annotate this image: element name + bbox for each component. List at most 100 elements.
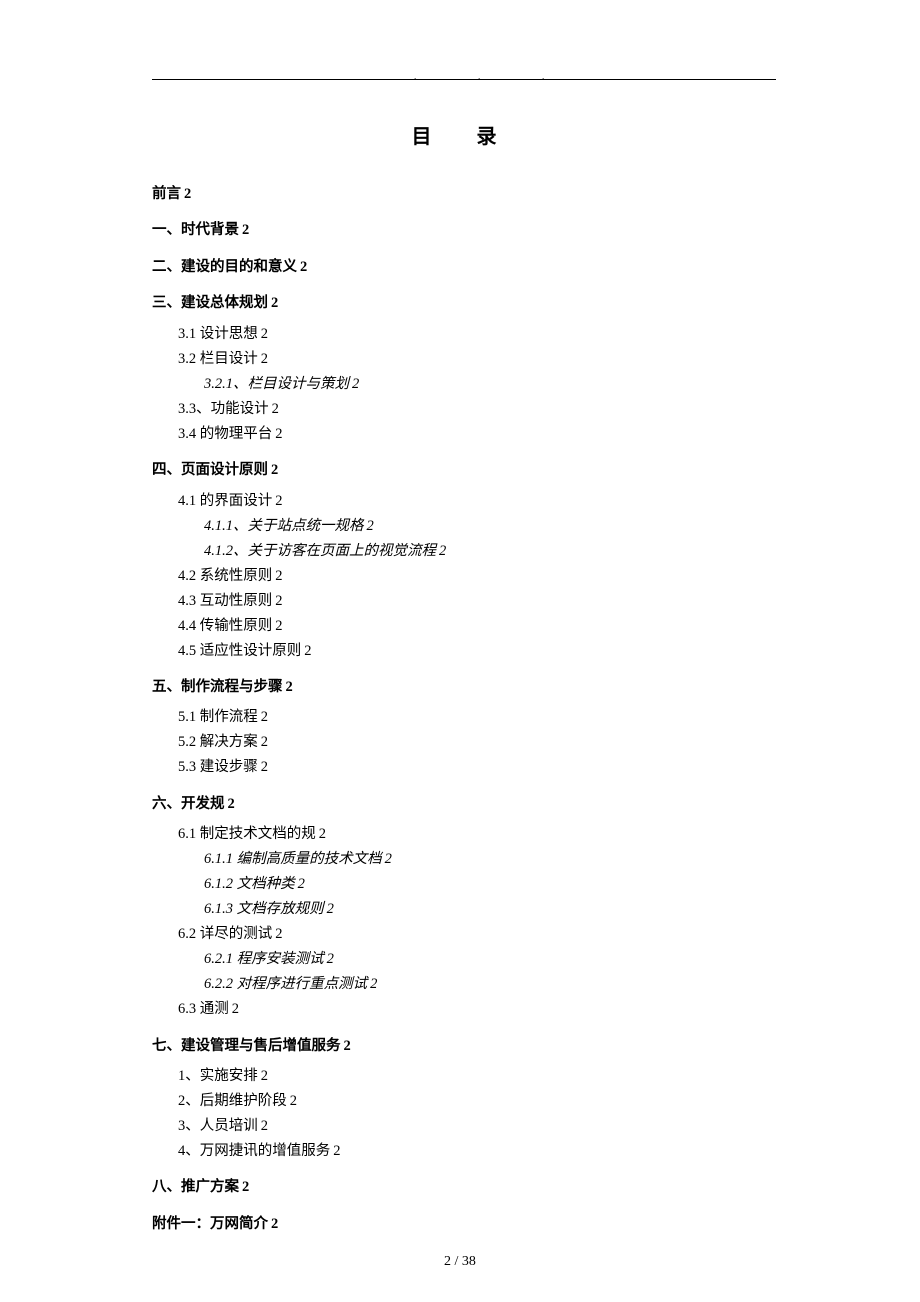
toc-entry: 4.1.1、关于站点统一规格2	[152, 515, 776, 537]
toc-entry-text: 4.5 适应性设计原则	[178, 643, 301, 659]
toc-entry: 5.2 解决方案2	[152, 731, 776, 753]
toc-entry: 附件一：万网简介2	[152, 1213, 776, 1235]
toc-entry: 七、建设管理与售后增值服务2	[152, 1035, 776, 1057]
toc-entry-text: 3.1 设计思想	[178, 326, 258, 342]
toc-entry-page: 2	[184, 186, 191, 202]
toc-entry-text: 1、实施安排	[178, 1068, 258, 1084]
toc-entry-text: 4.2 系统性原则	[178, 568, 272, 584]
toc-entry-text: 6.2 详尽的测试	[178, 926, 272, 942]
toc-entry-page: 2	[275, 426, 282, 442]
toc-entry: 3、人员培训2	[152, 1115, 776, 1137]
toc-entry: 4.2 系统性原则2	[152, 565, 776, 587]
toc-entry: 4.1 的界面设计2	[152, 490, 776, 512]
toc-entry-text: 4.4 传输性原则	[178, 618, 272, 634]
toc-entry-page: 2	[304, 643, 311, 659]
toc-entry-text: 前言	[152, 186, 181, 202]
toc-entry-text: 3.3、功能设计	[178, 401, 269, 417]
toc-entry-page: 2	[271, 295, 278, 311]
toc-entry-text: 八、推广方案	[152, 1179, 239, 1195]
toc-entry-text: 4.1.2、关于访客在页面上的视觉流程	[204, 543, 436, 559]
toc-title: 目 录	[152, 120, 776, 149]
toc-entry: 1、实施安排2	[152, 1065, 776, 1087]
toc-entry-page: 2	[261, 709, 268, 725]
header-dots: ...	[414, 72, 606, 81]
toc-entry-text: 六、开发规	[152, 796, 225, 812]
toc-entry-text: 6.3 通测	[178, 1001, 229, 1017]
toc-entry: 3.1 设计思想2	[152, 323, 776, 345]
toc-entry-page: 2	[385, 851, 392, 867]
toc-entry-page: 2	[327, 951, 334, 967]
toc-entry-page: 2	[275, 593, 282, 609]
toc-entry-text: 6.2.2 对程序进行重点测试	[204, 976, 367, 992]
toc-entry-page: 2	[275, 618, 282, 634]
toc-entry-page: 2	[261, 1118, 268, 1134]
toc-entry-text: 附件一：万网简介	[152, 1216, 268, 1232]
toc-entry-text: 6.2.1 程序安装测试	[204, 951, 324, 967]
toc-entry-text: 4.1 的界面设计	[178, 493, 272, 509]
toc-entry: 6.2.1 程序安装测试2	[152, 948, 776, 970]
toc-entry: 2、后期维护阶段2	[152, 1090, 776, 1112]
toc-entry: 六、开发规2	[152, 793, 776, 815]
toc-entry-text: 三、建设总体规划	[152, 295, 268, 311]
page-footer: 2 / 38	[0, 1254, 920, 1270]
toc-entry: 4.4 传输性原则2	[152, 615, 776, 637]
toc-entry-page: 2	[261, 759, 268, 775]
toc-entry-text: 6.1.1 编制高质量的技术文档	[204, 851, 382, 867]
toc-entry-page: 2	[298, 876, 305, 892]
toc-entry-text: 3.2.1、栏目设计与策划	[204, 376, 349, 392]
toc-entry-page: 2	[275, 493, 282, 509]
toc-entry: 6.2.2 对程序进行重点测试2	[152, 973, 776, 995]
table-of-contents: 前言2一、时代背景2二、建设的目的和意义2三、建设总体规划23.1 设计思想23…	[152, 183, 776, 1235]
toc-entry: 八、推广方案2	[152, 1176, 776, 1198]
toc-entry: 3.2.1、栏目设计与策划2	[152, 373, 776, 395]
toc-entry-page: 2	[275, 568, 282, 584]
toc-entry: 4.3 互动性原则2	[152, 590, 776, 612]
toc-entry: 二、建设的目的和意义2	[152, 256, 776, 278]
toc-entry: 4、万网捷讯的增值服务2	[152, 1140, 776, 1162]
toc-entry: 6.1.3 文档存放规则2	[152, 898, 776, 920]
toc-entry-page: 2	[352, 376, 359, 392]
toc-entry-text: 四、页面设计原则	[152, 462, 268, 478]
toc-entry: 4.5 适应性设计原则2	[152, 640, 776, 662]
toc-entry-text: 4、万网捷讯的增值服务	[178, 1143, 330, 1159]
toc-entry-text: 七、建设管理与售后增值服务	[152, 1038, 341, 1054]
toc-entry-page: 2	[344, 1038, 351, 1054]
toc-entry-page: 2	[319, 826, 326, 842]
toc-entry-page: 2	[228, 796, 235, 812]
toc-entry-text: 二、建设的目的和意义	[152, 259, 297, 275]
toc-entry: 五、制作流程与步骤2	[152, 676, 776, 698]
toc-entry: 3.4 的物理平台2	[152, 423, 776, 445]
toc-entry-text: 5.3 建设步骤	[178, 759, 258, 775]
toc-entry-page: 2	[439, 543, 446, 559]
toc-entry-page: 2	[261, 734, 268, 750]
toc-entry: 三、建设总体规划2	[152, 292, 776, 314]
toc-entry: 3.2 栏目设计2	[152, 348, 776, 370]
toc-entry-page: 2	[300, 259, 307, 275]
toc-entry-text: 5.2 解决方案	[178, 734, 258, 750]
toc-entry: 4.1.2、关于访客在页面上的视觉流程2	[152, 540, 776, 562]
toc-entry-page: 2	[261, 351, 268, 367]
toc-entry-page: 2	[242, 1179, 249, 1195]
toc-entry-page: 2	[275, 926, 282, 942]
toc-entry-text: 6.1 制定技术文档的规	[178, 826, 316, 842]
toc-entry-text: 6.1.3 文档存放规则	[204, 901, 324, 917]
toc-entry-page: 2	[242, 222, 249, 238]
toc-entry-text: 2、后期维护阶段	[178, 1093, 287, 1109]
toc-entry-text: 3.2 栏目设计	[178, 351, 258, 367]
toc-entry: 前言2	[152, 183, 776, 205]
toc-entry: 一、时代背景2	[152, 219, 776, 241]
toc-entry: 6.1.2 文档种类2	[152, 873, 776, 895]
toc-entry-page: 2	[290, 1093, 297, 1109]
document-page: ... 目 录 前言2一、时代背景2二、建设的目的和意义2三、建设总体规划23.…	[0, 0, 920, 1283]
toc-entry: 5.3 建设步骤2	[152, 756, 776, 778]
toc-entry-page: 2	[370, 976, 377, 992]
toc-entry-page: 2	[272, 401, 279, 417]
toc-entry-text: 五、制作流程与步骤	[152, 679, 283, 695]
toc-entry-text: 4.3 互动性原则	[178, 593, 272, 609]
toc-entry: 四、页面设计原则2	[152, 459, 776, 481]
toc-entry-page: 2	[327, 901, 334, 917]
toc-entry: 6.1.1 编制高质量的技术文档2	[152, 848, 776, 870]
toc-entry: 5.1 制作流程2	[152, 706, 776, 728]
toc-entry-page: 2	[286, 679, 293, 695]
toc-entry-page: 2	[232, 1001, 239, 1017]
